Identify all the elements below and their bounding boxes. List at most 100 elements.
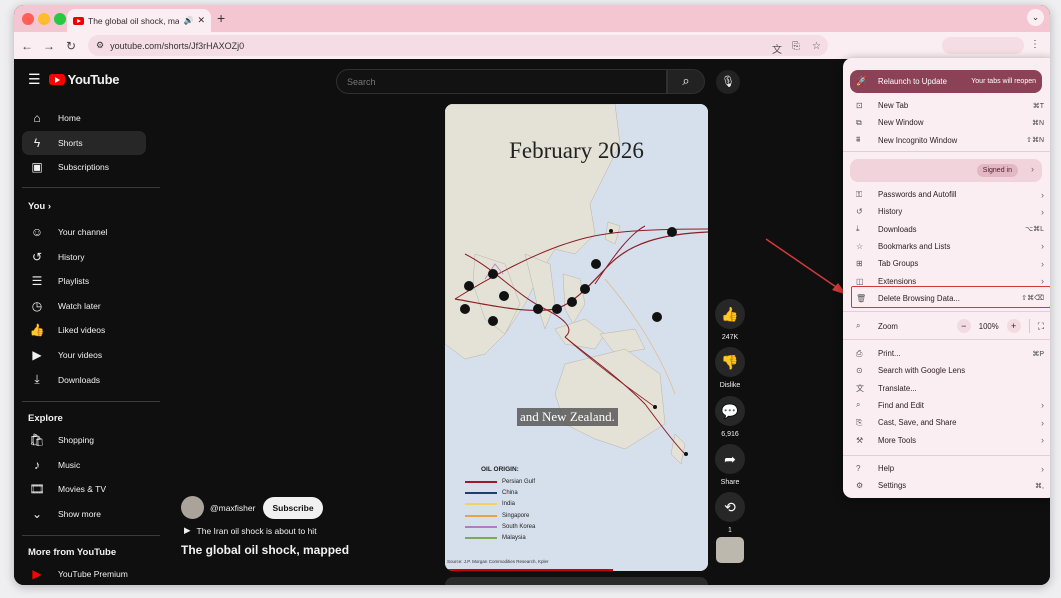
maximize-window-button[interactable] [54, 13, 66, 25]
zoom-out-button[interactable]: − [956, 319, 971, 333]
legend-label: Singapore [502, 512, 530, 519]
menu-item-cast-save-and-share[interactable]: ⎘ Cast, Save, and Share › [850, 414, 1050, 431]
sidebar-item-label: Subscriptions [58, 162, 110, 173]
like-button[interactable]: 👍 247K [714, 299, 746, 341]
sidebar-item-liked-videos[interactable]: 👍 Liked videos [22, 318, 146, 342]
minimize-window-button[interactable] [38, 13, 50, 25]
you-heading[interactable]: You › [28, 201, 51, 212]
menu-item-new-window[interactable]: ⧉ New Window ⌘N [850, 114, 1050, 131]
subscribe-button[interactable]: Subscribe [263, 496, 323, 519]
forward-icon[interactable]: → [38, 39, 60, 53]
sidebar-item-shopping[interactable]: 🛍 Shopping [22, 428, 146, 452]
bookmark-star-icon[interactable]: ☆ [812, 41, 821, 52]
sidebar-item-history[interactable]: ↺ History [22, 245, 146, 269]
sidebar-item-watch-later[interactable]: ◷ Watch later [22, 294, 146, 318]
menu-item-help[interactable]: ? Help › [850, 460, 1050, 477]
menu-item-bookmarks-and-lists[interactable]: ☆ Bookmarks and Lists › [850, 238, 1050, 255]
video-title: The global oil shock, mapped [181, 543, 350, 557]
zoom-value: 100% [978, 321, 999, 331]
menu-item-search-with-google-lens[interactable]: ⊙ Search with Google Lens [850, 362, 1050, 379]
back-icon[interactable]: ← [16, 39, 38, 53]
active-tab[interactable]: The global oil shock, mapped 🔊 ✕ [67, 9, 211, 32]
linked-video[interactable]: ▶ The Iran oil shock is about to hit [184, 525, 317, 536]
remix-button[interactable]: ⟲ 1 [714, 492, 746, 534]
reload-icon[interactable]: ↻ [60, 39, 82, 53]
install-icon[interactable]: ⎘ [792, 41, 800, 52]
relaunch-button[interactable]: 🚀 Relaunch to Update Your tabs will reop… [850, 70, 1042, 93]
menu-item-label: New Tab [878, 101, 909, 110]
new-tab-icon: ⊡ [856, 101, 863, 110]
sidebar-item-label: History [58, 251, 85, 262]
menu-item-downloads[interactable]: ⤓ Downloads ⌥⌘L [850, 221, 1050, 238]
channel-handle[interactable]: @maxfisher [210, 503, 255, 513]
clock-icon: ◷ [31, 298, 43, 313]
sound-thumbnail[interactable] [716, 537, 744, 563]
dislike-button[interactable]: 👎 Dislike [714, 347, 746, 389]
sidebar-item-youtube-premium[interactable]: ▶ YouTube Premium [22, 562, 146, 585]
zoom-in-button[interactable]: + [1006, 319, 1021, 333]
share-button[interactable]: ➦ Share [714, 444, 746, 486]
profile-row[interactable]: Signed in › [850, 159, 1042, 182]
new-tab-button[interactable]: + [217, 10, 225, 26]
share-label: Share [720, 479, 740, 486]
menu-item-tab-groups[interactable]: ⊞ Tab Groups › [850, 255, 1050, 272]
youtube-logo[interactable]: YouTube [48, 72, 119, 87]
omnibox[interactable]: ⚙ youtube.com/shorts/Jf3rHAXOZj0 文 ⎘ ☆ [88, 35, 828, 56]
menu-item-more-tools[interactable]: ⚒ More Tools › [850, 432, 1050, 449]
next-short-preview[interactable] [445, 577, 708, 585]
sidebar-item-music[interactable]: ♪ Music [22, 453, 146, 477]
menu-item-shortcut: ⌘N [1031, 119, 1044, 127]
mic-icon[interactable]: 🎙 [716, 70, 740, 94]
sidebar-item-your-videos[interactable]: ▶ Your videos [22, 343, 146, 367]
chevron-right-icon: › [1031, 164, 1034, 174]
menu-item-translate[interactable]: 文 Translate... [850, 380, 1050, 397]
chrome-menu-icon[interactable]: ⋮ [1030, 39, 1040, 50]
youtube-premium-icon: ▶ [32, 567, 42, 581]
chevron-down-icon: ⌄ [31, 506, 43, 521]
menu-item-print[interactable]: ⎙ Print... ⌘P [850, 345, 1050, 362]
menu-item-label: Downloads [878, 224, 917, 234]
zoom-label: Zoom [878, 321, 898, 331]
sidebar-item-shorts[interactable]: ϟ Shorts [22, 130, 146, 155]
site-info-icon[interactable]: ⚙ [96, 40, 104, 51]
signed-in-badge: Signed in [976, 164, 1018, 177]
url-text[interactable]: youtube.com/shorts/Jf3rHAXOZj0 [110, 41, 244, 51]
short-video-player[interactable]: February 2026 and New Zealand. OIL ORIGI… [445, 104, 708, 571]
relaunch-label: Relaunch to Update [878, 77, 947, 86]
sidebar-item-downloads[interactable]: ⤓ Downloads [22, 368, 146, 392]
menu-icon[interactable]: ☰ [28, 71, 41, 88]
menu-item-new-tab[interactable]: ⊡ New Tab ⌘T [850, 97, 1050, 114]
sidebar-item-your-channel[interactable]: ☺ Your channel [22, 220, 146, 244]
divider [22, 535, 160, 536]
sidebar-item-label: Your videos [58, 350, 103, 360]
sidebar-item-subscriptions[interactable]: ▣ Subscriptions [22, 155, 146, 179]
legend-label: India [502, 501, 516, 508]
tab-search-button[interactable]: ⌄ [1027, 9, 1044, 26]
menu-item-find-and-edit[interactable]: ⌕ Find and Edit › [850, 397, 1050, 414]
sidebar-item-home[interactable]: ⌂ Home [22, 106, 146, 130]
sidebar-item-show-more[interactable]: ⌄ Show more [22, 502, 146, 526]
menu-item-new-incognito-window[interactable]: ⩩ New Incognito Window ⇧⌘N [850, 132, 1050, 149]
address-bar-row: ← → ↻ ⚙ youtube.com/shorts/Jf3rHAXOZj0 文… [14, 32, 1050, 59]
search-icon[interactable]: ⌕ [667, 69, 705, 94]
menu-item-passwords-and-autofill[interactable]: ⚿ Passwords and Autofill › [850, 186, 1050, 203]
channel-avatar[interactable] [181, 496, 204, 519]
menu-item-label: New Incognito Window [878, 135, 958, 145]
download-icon: ⤓ [856, 224, 860, 234]
sidebar-item-movies-tv[interactable]: 🎞 Movies & TV [22, 477, 146, 501]
legend-swatch [465, 525, 497, 528]
sidebar-item-label: Home [58, 113, 81, 123]
menu-item-settings[interactable]: ⚙ Settings ⌘, [850, 477, 1050, 494]
fullscreen-icon[interactable]: ⛶ [1038, 321, 1044, 332]
video-progress-bar[interactable] [445, 569, 613, 571]
speaker-icon[interactable]: 🔊 [183, 16, 193, 25]
translate-page-icon[interactable]: 文 [772, 41, 782, 56]
share-icon: ➦ [715, 444, 745, 474]
search-input[interactable]: Search [336, 69, 667, 94]
close-tab-icon[interactable]: ✕ [197, 15, 205, 26]
profile-chip[interactable] [942, 37, 1024, 54]
comments-button[interactable]: 💬 6,916 [714, 396, 746, 438]
menu-item-history[interactable]: ↺ History › [850, 203, 1050, 220]
sidebar-item-playlists[interactable]: ☰ Playlists [22, 269, 146, 293]
close-window-button[interactable] [22, 13, 34, 25]
